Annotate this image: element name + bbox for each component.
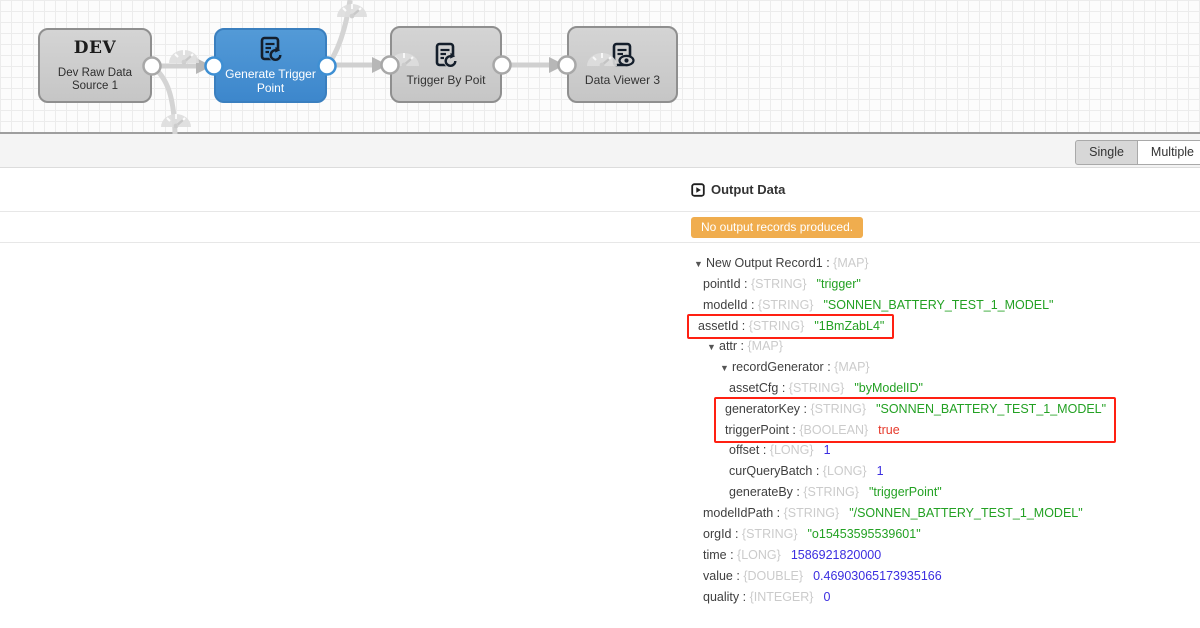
field-type: {DOUBLE} bbox=[743, 569, 803, 583]
field-type: {MAP} bbox=[747, 339, 782, 353]
field-key: orgId bbox=[703, 527, 732, 541]
field-value: "SONNEN_BATTERY_TEST_1_MODEL" bbox=[823, 298, 1053, 312]
field-value: "triggerPoint" bbox=[869, 485, 942, 499]
field-type: {LONG} bbox=[737, 548, 781, 562]
field-key: generateBy bbox=[729, 485, 793, 499]
field-type: {STRING} bbox=[749, 319, 805, 333]
field-key: modelId bbox=[703, 298, 747, 312]
tree-row: pointId : {STRING}"trigger" bbox=[0, 274, 1200, 295]
field-key: curQueryBatch bbox=[729, 464, 812, 478]
field-key: offset bbox=[729, 443, 759, 457]
field-value: "trigger" bbox=[817, 277, 861, 291]
collapse-arrow-icon[interactable]: ▼ bbox=[707, 337, 716, 358]
highlight-box: assetId : {STRING}"1BmZabL4" bbox=[687, 314, 894, 339]
collapse-section-icon[interactable] bbox=[691, 183, 705, 197]
field-value: 0.46903065173935166 bbox=[813, 569, 942, 583]
arrowhead-icon bbox=[549, 57, 565, 73]
field-type: {LONG} bbox=[823, 464, 867, 478]
field-value: 1 bbox=[877, 464, 884, 478]
tree-row: ▼attr : {MAP} bbox=[0, 336, 1200, 357]
field-type: {MAP} bbox=[834, 360, 869, 374]
field-value: 1 bbox=[824, 443, 831, 457]
field-type: {STRING} bbox=[789, 381, 845, 395]
node-dev-raw-data-source[interactable]: DEV Dev Raw Data Source 1 bbox=[38, 28, 152, 103]
tree-row: triggerPoint : {BOOLEAN}true bbox=[721, 420, 1106, 441]
arrowhead-icon bbox=[372, 57, 388, 73]
tree-row: ▼New Output Record1 : {MAP} bbox=[0, 253, 1200, 274]
field-type: {BOOLEAN} bbox=[799, 423, 868, 437]
node-data-viewer-3[interactable]: Data Viewer 3 bbox=[567, 26, 678, 103]
preview-toolbar: Single Multiple bbox=[0, 134, 1200, 168]
field-type: {STRING} bbox=[751, 277, 807, 291]
node-label: Data Viewer 3 bbox=[585, 73, 660, 87]
arrowhead-icon bbox=[196, 58, 212, 74]
tree-row: generatorKey : {STRING}"SONNEN_BATTERY_T… bbox=[721, 399, 1106, 420]
single-view-button[interactable]: Single bbox=[1075, 140, 1138, 165]
document-eye-icon bbox=[610, 42, 636, 69]
field-key: quality bbox=[703, 590, 739, 604]
field-type: {STRING} bbox=[742, 527, 798, 541]
field-type: {STRING} bbox=[758, 298, 814, 312]
field-value: true bbox=[878, 423, 900, 437]
node-label: Trigger By Poit bbox=[407, 73, 486, 87]
output-record-tree: ▼New Output Record1 : {MAP}pointId : {ST… bbox=[0, 243, 1200, 608]
field-key: generatorKey bbox=[725, 402, 800, 416]
node-label: Generate Trigger Point bbox=[221, 67, 321, 95]
section-title: Output Data bbox=[711, 182, 785, 197]
document-refresh-icon bbox=[258, 36, 284, 63]
document-refresh-icon bbox=[433, 42, 459, 69]
node-trigger-by-poit[interactable]: Trigger By Poit bbox=[390, 26, 502, 103]
field-key: time bbox=[703, 548, 727, 562]
field-key: attr bbox=[719, 339, 737, 353]
link-curve-down bbox=[152, 66, 175, 134]
field-value: 1586921820000 bbox=[791, 548, 881, 562]
field-value: 0 bbox=[823, 590, 830, 604]
field-key: assetCfg bbox=[729, 381, 778, 395]
node-label: Dev Raw Data Source 1 bbox=[50, 67, 140, 93]
flow-canvas: DEV Dev Raw Data Source 1 Generate Trigg… bbox=[0, 0, 1200, 134]
tree-row: offset : {LONG}1 bbox=[0, 440, 1200, 461]
field-key: assetId bbox=[698, 319, 738, 333]
output-data-header: Output Data bbox=[0, 168, 1200, 212]
field-key: value bbox=[703, 569, 733, 583]
collapse-arrow-icon[interactable]: ▼ bbox=[720, 358, 729, 379]
field-key: recordGenerator bbox=[732, 360, 824, 374]
tree-row: curQueryBatch : {LONG}1 bbox=[0, 461, 1200, 482]
tree-row: orgId : {STRING}"o15453595539601" bbox=[0, 524, 1200, 545]
node-generate-trigger-point[interactable]: Generate Trigger Point bbox=[214, 28, 327, 103]
field-value: "1BmZabL4" bbox=[814, 319, 884, 333]
field-value: "/SONNEN_BATTERY_TEST_1_MODEL" bbox=[849, 506, 1082, 520]
tree-row: generateBy : {STRING}"triggerPoint" bbox=[0, 482, 1200, 503]
field-key: triggerPoint bbox=[725, 423, 789, 437]
field-key: modelIdPath bbox=[703, 506, 773, 520]
field-key: pointId bbox=[703, 277, 741, 291]
field-type: {STRING} bbox=[803, 485, 859, 499]
notice-row: No output records produced. bbox=[0, 212, 1200, 243]
field-key: New Output Record1 bbox=[706, 256, 823, 270]
node-dev-logo: DEV bbox=[74, 38, 116, 58]
tree-row: modelId : {STRING}"SONNEN_BATTERY_TEST_1… bbox=[0, 295, 1200, 316]
tree-row: modelIdPath : {STRING}"/SONNEN_BATTERY_T… bbox=[0, 503, 1200, 524]
field-value: "o15453595539601" bbox=[808, 527, 921, 541]
field-value: "byModelID" bbox=[854, 381, 923, 395]
field-type: {LONG} bbox=[770, 443, 814, 457]
field-type: {INTEGER} bbox=[750, 590, 814, 604]
tree-row: time : {LONG}1586921820000 bbox=[0, 545, 1200, 566]
link-curve-up bbox=[327, 0, 350, 66]
no-output-badge: No output records produced. bbox=[691, 217, 863, 238]
field-type: {STRING} bbox=[784, 506, 840, 520]
highlight-box: generatorKey : {STRING}"SONNEN_BATTERY_T… bbox=[714, 397, 1116, 443]
tree-row: value : {DOUBLE}0.46903065173935166 bbox=[0, 566, 1200, 587]
tree-row: quality : {INTEGER}0 bbox=[0, 587, 1200, 608]
tree-row: ▼recordGenerator : {MAP} bbox=[0, 357, 1200, 378]
field-type: {STRING} bbox=[810, 402, 866, 416]
field-value: "SONNEN_BATTERY_TEST_1_MODEL" bbox=[876, 402, 1106, 416]
tree-row: assetId : {STRING}"1BmZabL4" bbox=[694, 316, 884, 337]
collapse-arrow-icon[interactable]: ▼ bbox=[694, 254, 703, 275]
tree-row: assetCfg : {STRING}"byModelID" bbox=[0, 378, 1200, 399]
record-view-toggle: Single Multiple bbox=[1075, 140, 1200, 165]
multiple-view-button[interactable]: Multiple bbox=[1138, 140, 1200, 165]
field-type: {MAP} bbox=[833, 256, 868, 270]
